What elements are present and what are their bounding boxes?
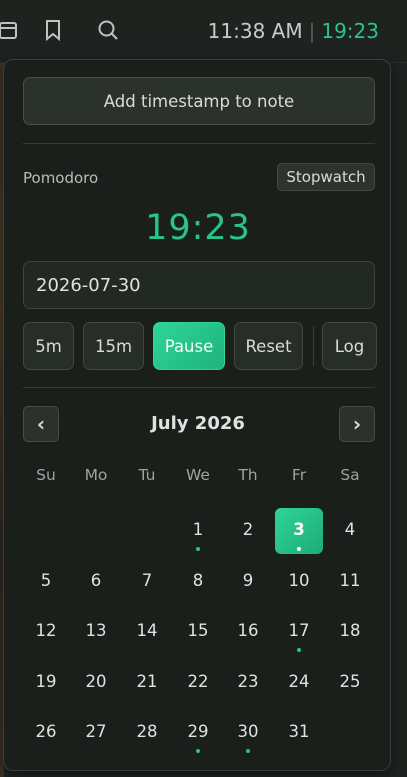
timer-display: 19:23 bbox=[145, 208, 251, 248]
calendar-day[interactable]: 21 bbox=[123, 660, 171, 706]
calendar-day[interactable]: 31 bbox=[275, 710, 323, 756]
top-bar: 11:38 AM | 19:23 bbox=[0, 0, 407, 63]
header-timer: 19:23 bbox=[321, 19, 379, 43]
calendar-day[interactable]: 16 bbox=[224, 609, 272, 655]
entry-dot-icon bbox=[246, 749, 250, 753]
calendar-day[interactable]: 17 bbox=[275, 609, 323, 655]
calendar-day[interactable]: 20 bbox=[72, 660, 120, 706]
five-minute-button[interactable]: 5m bbox=[23, 322, 74, 370]
calendar-day[interactable]: 26 bbox=[22, 710, 70, 756]
calendar-icon[interactable] bbox=[0, 14, 24, 46]
weekday-header: Su bbox=[36, 466, 56, 484]
calendar-day[interactable]: 11 bbox=[326, 559, 374, 605]
entry-dot-icon bbox=[297, 547, 301, 551]
mode-label: Pomodoro bbox=[23, 169, 99, 187]
pause-button[interactable]: Pause bbox=[153, 322, 225, 370]
calendar-day[interactable]: 5 bbox=[22, 559, 70, 605]
weekday-header: Tu bbox=[138, 466, 156, 484]
bookmark-icon[interactable] bbox=[37, 14, 69, 46]
stopwatch-button[interactable]: Stopwatch bbox=[277, 163, 375, 191]
calendar-day[interactable]: 9 bbox=[224, 559, 272, 605]
next-month-button[interactable]: › bbox=[339, 406, 375, 442]
calendar-day[interactable]: 4 bbox=[326, 508, 374, 554]
weekday-header: Mo bbox=[84, 466, 108, 484]
divider bbox=[23, 143, 375, 144]
timer-panel: Add timestamp to note Pomodoro Stopwatch… bbox=[3, 59, 391, 771]
reset-button[interactable]: Reset bbox=[234, 322, 303, 370]
calendar-day[interactable]: 13 bbox=[72, 609, 120, 655]
control-separator bbox=[313, 326, 314, 366]
calendar-day-selected[interactable]: 3 bbox=[275, 508, 323, 554]
fifteen-minute-button[interactable]: 15m bbox=[83, 322, 144, 370]
log-button[interactable]: Log bbox=[322, 322, 377, 370]
calendar-day[interactable]: 27 bbox=[72, 710, 120, 756]
calendar-day[interactable]: 19 bbox=[22, 660, 70, 706]
calendar-day[interactable]: 8 bbox=[174, 559, 222, 605]
calendar-day[interactable]: 14 bbox=[123, 609, 171, 655]
calendar-day[interactable]: 23 bbox=[224, 660, 272, 706]
weekday-header: Fr bbox=[291, 466, 307, 484]
calendar-day[interactable]: 6 bbox=[72, 559, 120, 605]
entry-dot-icon bbox=[196, 547, 200, 551]
calendar-day[interactable]: 22 bbox=[174, 660, 222, 706]
current-time: 11:38 AM bbox=[207, 19, 303, 43]
search-icon[interactable] bbox=[92, 14, 124, 46]
weekday-header: We bbox=[186, 466, 210, 484]
calendar-day[interactable]: 1 bbox=[174, 508, 222, 554]
calendar-day[interactable]: 30 bbox=[224, 710, 272, 756]
calendar-day[interactable]: 10 bbox=[275, 559, 323, 605]
calendar-day[interactable]: 2 bbox=[224, 508, 272, 554]
calendar-day[interactable]: 15 bbox=[174, 609, 222, 655]
entry-dot-icon bbox=[196, 749, 200, 753]
weekday-header: Th bbox=[238, 466, 258, 484]
calendar-day[interactable]: 12 bbox=[22, 609, 70, 655]
calendar-day[interactable]: 25 bbox=[326, 660, 374, 706]
time-separator: | bbox=[308, 19, 316, 43]
calendar-day[interactable]: 7 bbox=[123, 559, 171, 605]
entry-dot-icon bbox=[297, 648, 301, 652]
calendar-day[interactable]: 29 bbox=[174, 710, 222, 756]
month-title: July 2026 bbox=[151, 413, 245, 434]
add-timestamp-button[interactable]: Add timestamp to note bbox=[23, 77, 375, 125]
date-input[interactable]: 2026-07-30 bbox=[23, 261, 375, 309]
divider bbox=[23, 387, 375, 388]
clock-readout: 11:38 AM | 19:23 bbox=[208, 16, 379, 46]
calendar-day[interactable]: 18 bbox=[326, 609, 374, 655]
calendar-day[interactable]: 24 bbox=[275, 660, 323, 706]
calendar-day[interactable]: 28 bbox=[123, 710, 171, 756]
weekday-header: Sa bbox=[340, 466, 360, 484]
